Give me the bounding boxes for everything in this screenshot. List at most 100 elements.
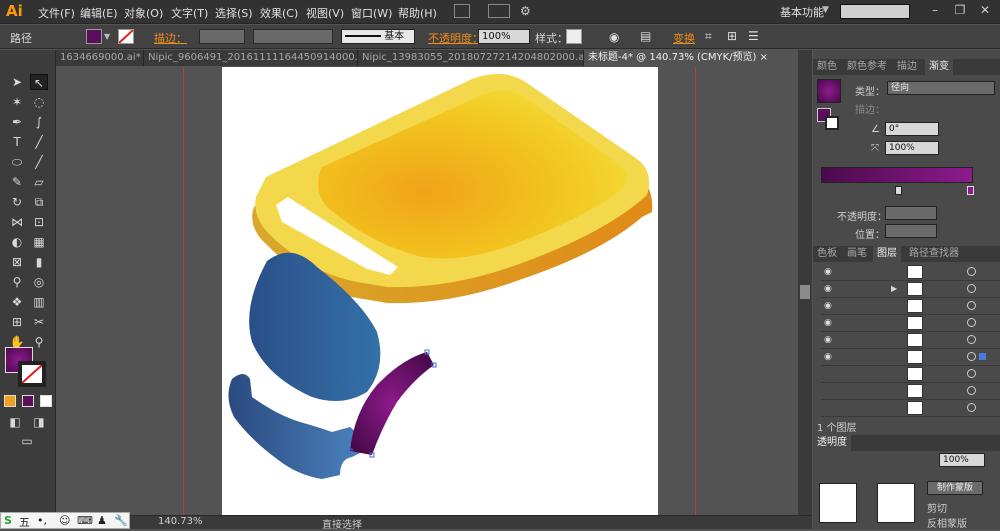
transparency-opacity-input[interactable]: 100% bbox=[939, 453, 985, 467]
canvas-area[interactable] bbox=[57, 67, 797, 515]
gradient-stroke-mini-swatch[interactable] bbox=[825, 116, 839, 130]
tab-document-3[interactable]: Nipic_13983055_20180727214204802000.ai* … bbox=[358, 50, 584, 66]
free-transform-tool-icon[interactable]: ⊡ bbox=[30, 214, 48, 230]
stroke-weight-dropdown[interactable] bbox=[199, 29, 245, 44]
minimize-button[interactable]: – bbox=[925, 3, 945, 19]
visibility-eye-icon[interactable]: ◉ bbox=[824, 335, 834, 345]
fill-swatch[interactable] bbox=[86, 29, 102, 44]
tab-transparency[interactable]: 透明度 bbox=[813, 435, 851, 451]
menu-help[interactable]: 帮助(H) bbox=[398, 5, 437, 21]
blend-tool-icon[interactable]: ◎ bbox=[30, 274, 48, 290]
stroke-swatch[interactable] bbox=[118, 29, 134, 44]
visibility-eye-icon[interactable]: ◉ bbox=[824, 318, 834, 328]
tab-document-active[interactable]: 未标题-4* @ 140.73% (CMYK/预览) × bbox=[584, 50, 808, 66]
graph-tool-icon[interactable]: ▥ bbox=[30, 294, 48, 310]
curvature-tool-icon[interactable]: ∫ bbox=[30, 114, 48, 130]
transform-label[interactable]: 变换 bbox=[673, 30, 695, 46]
target-circle[interactable] bbox=[967, 352, 976, 361]
transform-each-icon[interactable]: ⊞ bbox=[727, 29, 737, 43]
invert-mask-checkbox[interactable]: 反相蒙版 bbox=[927, 515, 967, 530]
gradient-tool-icon[interactable]: ▮ bbox=[30, 254, 48, 270]
layer-row[interactable]: ◉ bbox=[821, 315, 1000, 332]
layer-row[interactable]: ◉ bbox=[821, 332, 1000, 349]
direct-selection-tool-icon[interactable]: ↖ bbox=[30, 74, 48, 90]
layer-row-selected[interactable]: ◉ bbox=[821, 349, 1000, 366]
tab-gradient[interactable]: 渐变 bbox=[925, 59, 953, 75]
draw-normal-icon[interactable]: ◧ bbox=[6, 414, 24, 430]
line-tool-icon[interactable]: ╱ bbox=[30, 134, 48, 150]
ime-mode-label[interactable]: 五 bbox=[19, 514, 30, 530]
variable-width-dropdown[interactable] bbox=[253, 29, 333, 44]
pen-tool-icon[interactable]: ✒ bbox=[8, 114, 26, 130]
ime-keyboard-icon[interactable]: ⌨ bbox=[77, 514, 93, 527]
angle-input[interactable]: 0° bbox=[885, 122, 939, 136]
workspace-switcher[interactable]: 基本功能 bbox=[780, 4, 824, 20]
pencil-tool-icon[interactable]: ✎ bbox=[8, 174, 26, 190]
target-circle[interactable] bbox=[967, 386, 976, 395]
panel-menu-icon[interactable]: ☰ bbox=[748, 29, 759, 43]
tab-color[interactable]: 颜色 bbox=[813, 59, 841, 75]
target-circle[interactable] bbox=[967, 403, 976, 412]
tab-stroke[interactable]: 描边 bbox=[893, 59, 921, 75]
lasso-tool-icon[interactable]: ◌ bbox=[30, 94, 48, 110]
zoom-level[interactable]: 140.73% bbox=[158, 516, 203, 527]
draw-inside-icon[interactable]: ◨ bbox=[30, 414, 48, 430]
gradient-opacity-input[interactable] bbox=[885, 206, 937, 220]
layer-row[interactable]: ◉ bbox=[821, 264, 1000, 281]
ime-punctuation-icon[interactable]: •, bbox=[37, 514, 47, 527]
menu-object[interactable]: 对象(O) bbox=[124, 5, 163, 21]
menu-window[interactable]: 窗口(W) bbox=[351, 5, 392, 21]
tab-pathfinder[interactable]: 路径查找器 bbox=[905, 246, 963, 262]
none-mode-icon[interactable] bbox=[40, 395, 52, 407]
magic-wand-tool-icon[interactable]: ✶ bbox=[8, 94, 26, 110]
color-mode-icon[interactable] bbox=[4, 395, 16, 407]
visibility-eye-icon[interactable]: ◉ bbox=[824, 352, 834, 362]
layer-row[interactable] bbox=[821, 400, 1000, 417]
ime-toolbar[interactable]: S 五 •, ☺ ⌨ ♟ 🔧 bbox=[0, 512, 130, 529]
menu-file[interactable]: 文件(F) bbox=[38, 5, 75, 21]
ime-emoji-icon[interactable]: ☺ bbox=[59, 514, 70, 527]
visibility-eye-icon[interactable]: ◉ bbox=[824, 284, 834, 294]
tab-document-2[interactable]: Nipic_9606491_20161111164450914000.ai* × bbox=[144, 50, 358, 66]
target-circle[interactable] bbox=[967, 284, 976, 293]
ime-settings-icon[interactable]: 🔧 bbox=[114, 514, 128, 527]
gradient-type-dropdown[interactable]: 径向 bbox=[887, 81, 995, 95]
artboard[interactable] bbox=[222, 67, 658, 515]
gradient-stop-left[interactable] bbox=[895, 186, 902, 195]
mesh-tool-icon[interactable]: ⊠ bbox=[8, 254, 26, 270]
bridge-icon[interactable] bbox=[454, 4, 470, 18]
close-button[interactable]: ✕ bbox=[975, 3, 995, 19]
visibility-eye-icon[interactable]: ◉ bbox=[824, 301, 834, 311]
layer-row[interactable] bbox=[821, 366, 1000, 383]
isolate-icon[interactable]: ⌗ bbox=[705, 29, 712, 44]
target-circle[interactable] bbox=[967, 369, 976, 378]
vertical-scroll-thumb[interactable] bbox=[800, 285, 810, 299]
ellipse-tool-icon[interactable]: ⬭ bbox=[8, 154, 26, 170]
layer-row[interactable] bbox=[821, 383, 1000, 400]
layer-row[interactable]: ◉ bbox=[821, 298, 1000, 315]
artboard-tool-icon[interactable]: ⊞ bbox=[8, 314, 26, 330]
paintbrush-tool-icon[interactable]: ╱ bbox=[30, 154, 48, 170]
gradient-preview-swatch[interactable] bbox=[817, 79, 841, 103]
gradient-location-input[interactable] bbox=[885, 224, 937, 238]
stroke-label[interactable]: 描边： bbox=[154, 30, 187, 46]
menu-edit[interactable]: 编辑(E) bbox=[80, 5, 118, 21]
opacity-input[interactable]: 100% bbox=[478, 29, 530, 44]
target-circle[interactable] bbox=[967, 267, 976, 276]
aspect-ratio-input[interactable]: 100% bbox=[885, 141, 939, 155]
clip-checkbox[interactable]: 剪切 bbox=[927, 500, 947, 515]
shape-builder-tool-icon[interactable]: ◐ bbox=[8, 234, 26, 250]
menu-effect[interactable]: 效果(C) bbox=[260, 5, 298, 21]
tab-brushes[interactable]: 画笔 bbox=[843, 246, 871, 262]
make-mask-button[interactable]: 制作蒙版 bbox=[927, 481, 983, 495]
width-tool-icon[interactable]: ⋈ bbox=[8, 214, 26, 230]
screen-mode-icon[interactable]: ▭ bbox=[18, 433, 36, 449]
slice-tool-icon[interactable]: ✂ bbox=[30, 314, 48, 330]
layer-row[interactable]: ◉ ▶ bbox=[821, 281, 1000, 298]
eyedropper-tool-icon[interactable]: ⚲ bbox=[8, 274, 26, 290]
scale-tool-icon[interactable]: ⧉ bbox=[30, 194, 48, 210]
align-icon[interactable]: ▤ bbox=[640, 29, 651, 43]
stroke-color-swatch[interactable] bbox=[18, 361, 46, 387]
help-search-input[interactable] bbox=[840, 4, 910, 19]
perspective-grid-tool-icon[interactable]: ▦ bbox=[30, 234, 48, 250]
